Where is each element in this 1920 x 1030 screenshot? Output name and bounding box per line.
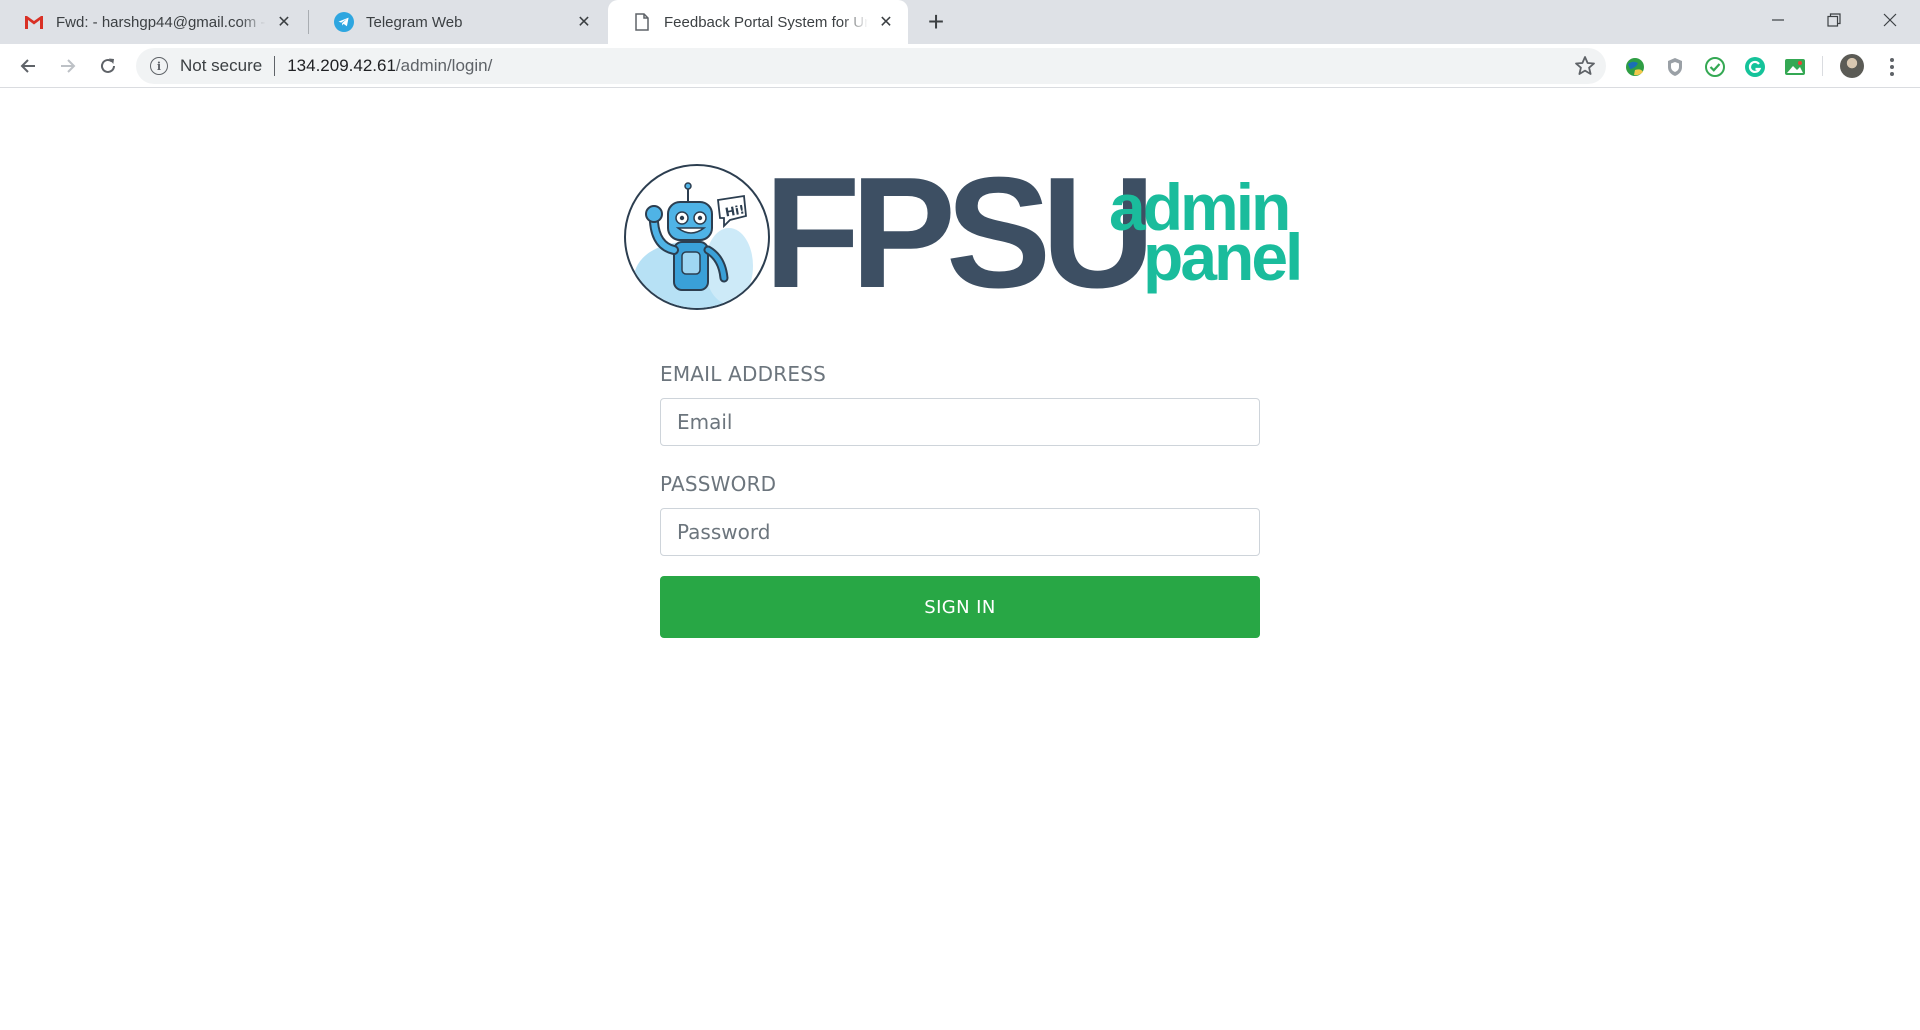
tab-feedback-portal[interactable]: Feedback Portal System for University ✕	[608, 0, 908, 44]
login-form: EMAIL ADDRESS PASSWORD SIGN IN	[660, 362, 1260, 638]
photo-extension-icon[interactable]	[1784, 56, 1806, 78]
toolbar-divider	[1822, 56, 1823, 76]
window-close-button[interactable]	[1862, 0, 1918, 40]
profile-avatar[interactable]	[1840, 54, 1864, 78]
close-tab-icon[interactable]: ✕	[572, 10, 596, 34]
reload-button[interactable]	[92, 50, 124, 82]
logo-subtitle-panel: panel	[1143, 220, 1303, 294]
security-indicator[interactable]: Not secure	[180, 56, 262, 76]
tab-title: Feedback Portal System for University	[664, 13, 868, 31]
telegram-icon	[334, 12, 354, 32]
tab-title: Fwd: - harshgp44@gmail.com - G	[56, 13, 266, 31]
address-bar[interactable]: i Not secure 134.209.42.61/admin/login/	[136, 48, 1606, 84]
shield-extension-icon[interactable]	[1664, 56, 1686, 78]
email-label: EMAIL ADDRESS	[660, 362, 826, 386]
browser-toolbar: i Not secure 134.209.42.61/admin/login/	[0, 44, 1920, 88]
globe-extension-icon[interactable]	[1624, 56, 1646, 78]
close-tab-icon[interactable]: ✕	[272, 10, 296, 34]
password-label: PASSWORD	[660, 472, 777, 496]
restore-button[interactable]	[1806, 0, 1862, 40]
document-icon	[632, 12, 652, 32]
robot-mascot: Hi!	[624, 164, 770, 310]
browser-menu-icon[interactable]	[1882, 56, 1902, 78]
fpsu-logo: Hi! FPSU admin panel	[624, 154, 1303, 312]
minimize-icon	[1772, 19, 1784, 21]
gmail-icon	[24, 12, 44, 32]
url-host[interactable]: 134.209.42.61	[287, 56, 396, 76]
back-button[interactable]	[12, 50, 44, 82]
arrow-left-icon	[20, 59, 35, 73]
tab-gmail[interactable]: Fwd: - harshgp44@gmail.com - G ✕	[0, 0, 306, 44]
minimize-button[interactable]	[1750, 0, 1806, 40]
arrow-right-icon	[61, 59, 76, 73]
logo-wordmark: FPSU	[764, 145, 1155, 321]
tab-telegram[interactable]: Telegram Web ✕	[310, 0, 606, 44]
close-icon	[1883, 13, 1897, 27]
password-field[interactable]	[660, 508, 1260, 556]
reload-icon	[101, 58, 115, 73]
sign-in-button[interactable]: SIGN IN	[660, 576, 1260, 638]
browser-tab-strip: Fwd: - harshgp44@gmail.com - G ✕ Telegra…	[0, 0, 1920, 44]
bookmark-star-icon[interactable]	[1574, 55, 1596, 77]
info-icon[interactable]: i	[150, 57, 168, 75]
checkmark-extension-icon[interactable]	[1704, 56, 1726, 78]
close-tab-icon[interactable]: ✕	[874, 10, 898, 34]
url-path[interactable]: /admin/login/	[396, 56, 492, 76]
divider	[274, 56, 276, 76]
new-tab-button[interactable]: +	[920, 6, 952, 38]
tab-divider	[308, 10, 309, 34]
tab-title: Telegram Web	[366, 13, 566, 31]
restore-icon	[1827, 13, 1841, 27]
grammarly-icon[interactable]	[1744, 56, 1766, 78]
email-field[interactable]	[660, 398, 1260, 446]
forward-button[interactable]	[52, 50, 84, 82]
